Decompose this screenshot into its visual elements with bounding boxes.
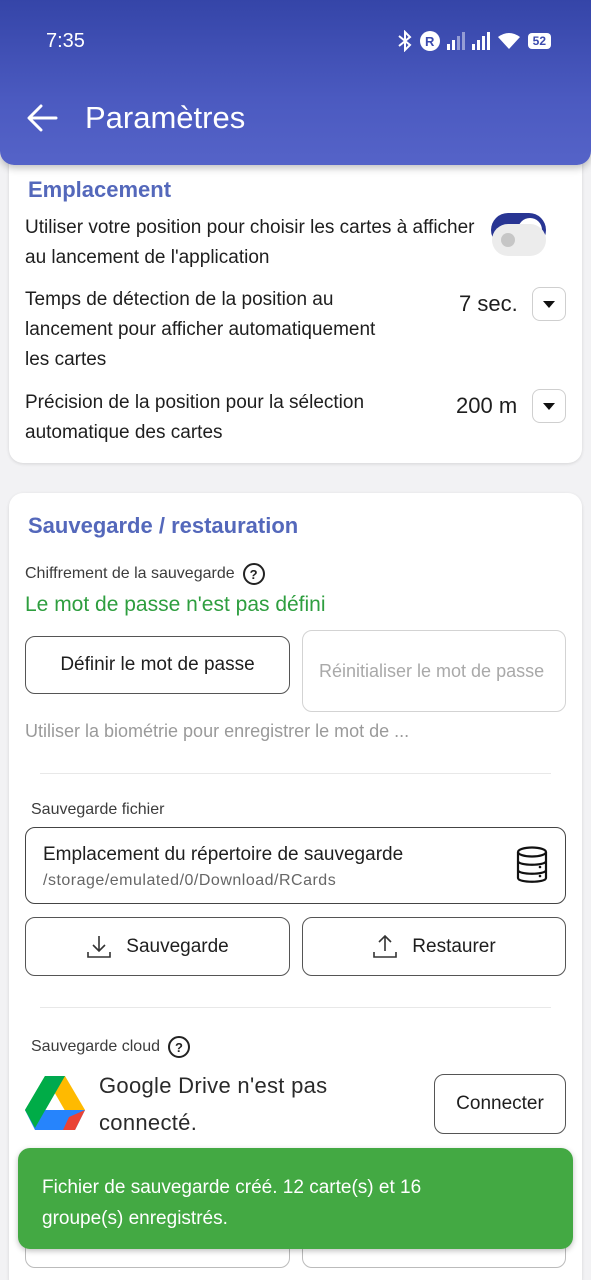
save-button-label: Sauvegarde xyxy=(126,935,229,957)
status-bar: 7:35 R 52 xyxy=(46,26,551,56)
restore-button-label: Restaurer xyxy=(412,935,496,957)
snackbar: Fichier de sauvegarde créé. 12 carte(s) … xyxy=(18,1148,573,1249)
wifi-icon xyxy=(497,33,520,49)
directory-title: Emplacement du répertoire de sauvegarde xyxy=(43,844,404,865)
help-icon[interactable]: ? xyxy=(242,563,265,585)
detection-time-line3: les cartes xyxy=(25,349,107,370)
chevron-down-icon xyxy=(543,300,555,308)
save-button[interactable]: Sauvegarde xyxy=(25,917,290,976)
signal-icon xyxy=(446,32,465,50)
divider xyxy=(40,1007,551,1008)
file-backup-label: Sauvegarde fichier xyxy=(31,801,165,818)
detection-time-label: Temps de détection de la position au lan… xyxy=(25,285,375,375)
status-time: 7:35 xyxy=(46,29,85,52)
snackbar-line2: groupe(s) enregistrés. xyxy=(42,1208,228,1229)
bluetooth-icon xyxy=(398,30,412,52)
precision-value: 200 m xyxy=(456,393,518,418)
password-status: Le mot de passe n'est pas défini xyxy=(25,593,326,616)
biometric-label: Utiliser la biométrie pour enregistrer l… xyxy=(25,721,410,741)
google-drive-icon xyxy=(25,1076,85,1130)
signal-icon-2 xyxy=(471,32,490,50)
precision-line1: Précision de la position pour la sélecti… xyxy=(25,392,365,413)
snackbar-line1: Fichier de sauvegarde créé. 12 carte(s) … xyxy=(42,1177,422,1198)
status-icons: R 52 xyxy=(397,30,551,52)
chevron-down-icon xyxy=(543,402,555,410)
battery-icon: 52 xyxy=(527,33,551,49)
download-icon xyxy=(86,934,112,960)
detection-time-value: 7 sec. xyxy=(459,291,518,316)
restore-button[interactable]: Restaurer xyxy=(302,917,566,976)
gdrive-status-line1: Google Drive n'est pas xyxy=(99,1073,328,1098)
precision-label: Précision de la position pour la sélecti… xyxy=(25,388,364,448)
location-section-title: Emplacement xyxy=(28,177,172,202)
detection-time-line1: Temps de détection de la position au xyxy=(25,289,334,310)
precision-line2: automatique des cartes xyxy=(25,422,223,443)
upload-icon xyxy=(372,934,398,960)
use-position-label: Utiliser votre position pour choisir les… xyxy=(25,217,475,268)
encryption-label: Chiffrement de la sauvegarde? xyxy=(25,563,265,585)
gdrive-status: Google Drive n'est pas connecté. xyxy=(99,1067,327,1141)
r-app-icon: R xyxy=(419,31,440,51)
precision-dropdown[interactable] xyxy=(532,389,566,423)
detection-time-line2: lancement pour afficher automatiquement xyxy=(25,319,376,340)
directory-path: /storage/emulated/0/Download/RCards xyxy=(43,872,337,889)
database-icon xyxy=(516,846,548,883)
gdrive-status-line2: connecté. xyxy=(99,1110,198,1135)
backup-section-title: Sauvegarde / restauration xyxy=(28,513,299,538)
backup-directory-picker[interactable]: Emplacement du répertoire de sauvegarde … xyxy=(25,827,566,904)
cloud-backup-label-text: Sauvegarde cloud xyxy=(31,1038,160,1056)
cloud-backup-label: Sauvegarde cloud? xyxy=(31,1036,190,1058)
connect-button[interactable]: Connecter xyxy=(434,1074,566,1134)
page-title: Paramètres xyxy=(85,100,246,135)
back-arrow-icon[interactable] xyxy=(24,98,60,138)
encryption-label-text: Chiffrement de la sauvegarde xyxy=(25,565,235,583)
help-icon[interactable]: ? xyxy=(167,1036,190,1058)
reset-password-button[interactable]: Réinitialiser le mot de passe xyxy=(302,630,566,712)
biometric-toggle[interactable] xyxy=(492,224,546,256)
app-bar: 7:35 R 52 Paramètres xyxy=(0,0,591,165)
set-password-button[interactable]: Définir le mot de passe xyxy=(25,636,290,694)
detection-time-dropdown[interactable] xyxy=(532,287,566,321)
divider xyxy=(40,773,551,774)
